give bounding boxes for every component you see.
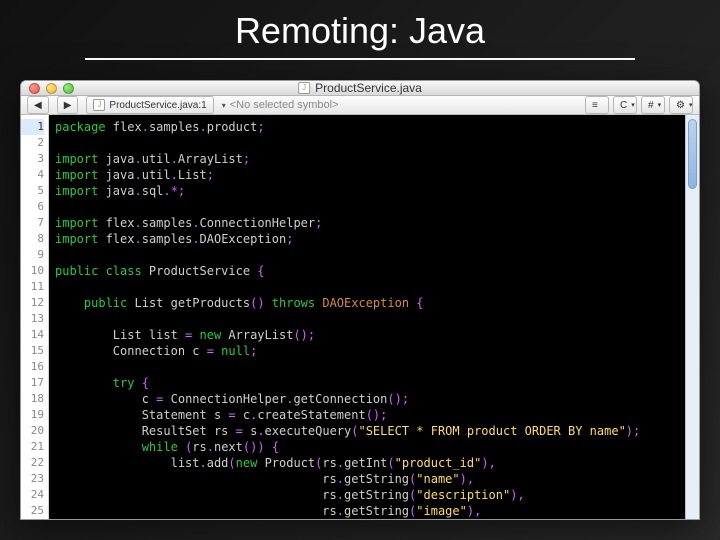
line-number-gutter: 1234567891011121314151617181920212223242…	[21, 115, 49, 519]
vertical-scrollbar[interactable]	[685, 115, 699, 519]
code-line: import java.util.ArrayList;	[55, 151, 679, 167]
code-line: package flex.samples.product;	[55, 119, 679, 135]
symbol-selector[interactable]: ▾ <No selected symbol>	[222, 99, 577, 111]
zoom-icon[interactable]	[63, 83, 74, 94]
code-line: try {	[55, 375, 679, 391]
code-line: import flex.samples.ConnectionHelper;	[55, 215, 679, 231]
code-line: c = ConnectionHelper.getConnection();	[55, 391, 679, 407]
code-line: List list = new ArrayList();	[55, 327, 679, 343]
window-titlebar[interactable]: J ProductService.java	[21, 81, 699, 96]
java-file-icon: J	[298, 82, 310, 94]
line-number: 14	[21, 327, 44, 343]
code-line	[55, 359, 679, 375]
window-title-text: ProductService.java	[315, 81, 422, 95]
slide-title: Remoting: Java	[0, 0, 720, 64]
line-number: 2	[21, 135, 44, 151]
line-number: 20	[21, 423, 44, 439]
line-number: 19	[21, 407, 44, 423]
code-line: ResultSet rs = s.executeQuery("SELECT * …	[55, 423, 679, 439]
line-number: 5	[21, 183, 44, 199]
line-number: 13	[21, 311, 44, 327]
slide-title-underline	[85, 58, 635, 60]
gear-icon: ⚙	[676, 100, 685, 111]
window-title: J ProductService.java	[298, 81, 422, 95]
breakpoints-button[interactable]: #▾	[641, 96, 665, 114]
code-line	[55, 279, 679, 295]
line-number: 16	[21, 359, 44, 375]
settings-button[interactable]: ⚙▾	[669, 96, 693, 114]
code-line: import flex.samples.DAOException;	[55, 231, 679, 247]
editor-window: J ProductService.java ◀ ▶ J ProductServi…	[20, 80, 700, 520]
line-number: 9	[21, 247, 44, 263]
line-number: 8	[21, 231, 44, 247]
editor-toolbar: ◀ ▶ J ProductService.java:1 ▾ <No select…	[21, 96, 699, 115]
code-editor[interactable]: package flex.samples.product; import jav…	[49, 115, 685, 519]
line-number: 15	[21, 343, 44, 359]
code-line: Statement s = c.createStatement();	[55, 407, 679, 423]
chevron-down-icon: ▾	[222, 101, 226, 110]
line-number: 4	[21, 167, 44, 183]
java-file-icon: J	[93, 99, 105, 111]
line-number: 7	[21, 215, 44, 231]
line-number: 25	[21, 503, 44, 519]
code-line: import java.sql.*;	[55, 183, 679, 199]
line-number: 3	[21, 151, 44, 167]
editor-area: 1234567891011121314151617181920212223242…	[21, 115, 699, 519]
counterpart-label: C	[620, 100, 627, 111]
window-controls	[29, 83, 74, 94]
code-line: rs.getString("name"),	[55, 471, 679, 487]
line-number: 12	[21, 295, 44, 311]
line-number: 22	[21, 455, 44, 471]
code-line: rs.getString("description"),	[55, 487, 679, 503]
tool-button-1[interactable]: ≡	[585, 96, 609, 114]
nav-back-button[interactable]: ◀	[27, 96, 49, 114]
code-line	[55, 135, 679, 151]
line-number: 11	[21, 279, 44, 295]
line-number: 24	[21, 487, 44, 503]
code-line: import java.util.List;	[55, 167, 679, 183]
document-path-button[interactable]: J ProductService.java:1	[86, 96, 213, 114]
line-number: 23	[21, 471, 44, 487]
line-number: 21	[21, 439, 44, 455]
hash-label: #	[648, 100, 654, 111]
code-line: list.add(new Product(rs.getInt("product_…	[55, 455, 679, 471]
chevron-left-icon: ◀	[34, 100, 42, 111]
code-line: Connection c = null;	[55, 343, 679, 359]
code-line: public List getProducts() throws DAOExce…	[55, 295, 679, 311]
code-line: while (rs.next()) {	[55, 439, 679, 455]
line-number: 6	[21, 199, 44, 215]
close-icon[interactable]	[29, 83, 40, 94]
line-number: 18	[21, 391, 44, 407]
document-path-label: ProductService.java:1	[109, 100, 206, 111]
counterpart-button[interactable]: C▾	[613, 96, 637, 114]
line-number: 1	[21, 119, 44, 135]
symbol-selector-label: <No selected symbol>	[230, 99, 339, 111]
line-number: 17	[21, 375, 44, 391]
scrollbar-thumb[interactable]	[688, 119, 697, 189]
code-line	[55, 311, 679, 327]
code-line	[55, 247, 679, 263]
code-line	[55, 199, 679, 215]
chevron-right-icon: ▶	[64, 100, 72, 111]
code-line: public class ProductService {	[55, 263, 679, 279]
code-line: rs.getString("image"),	[55, 503, 679, 519]
nav-forward-button[interactable]: ▶	[57, 96, 79, 114]
minimize-icon[interactable]	[46, 83, 57, 94]
line-number: 10	[21, 263, 44, 279]
